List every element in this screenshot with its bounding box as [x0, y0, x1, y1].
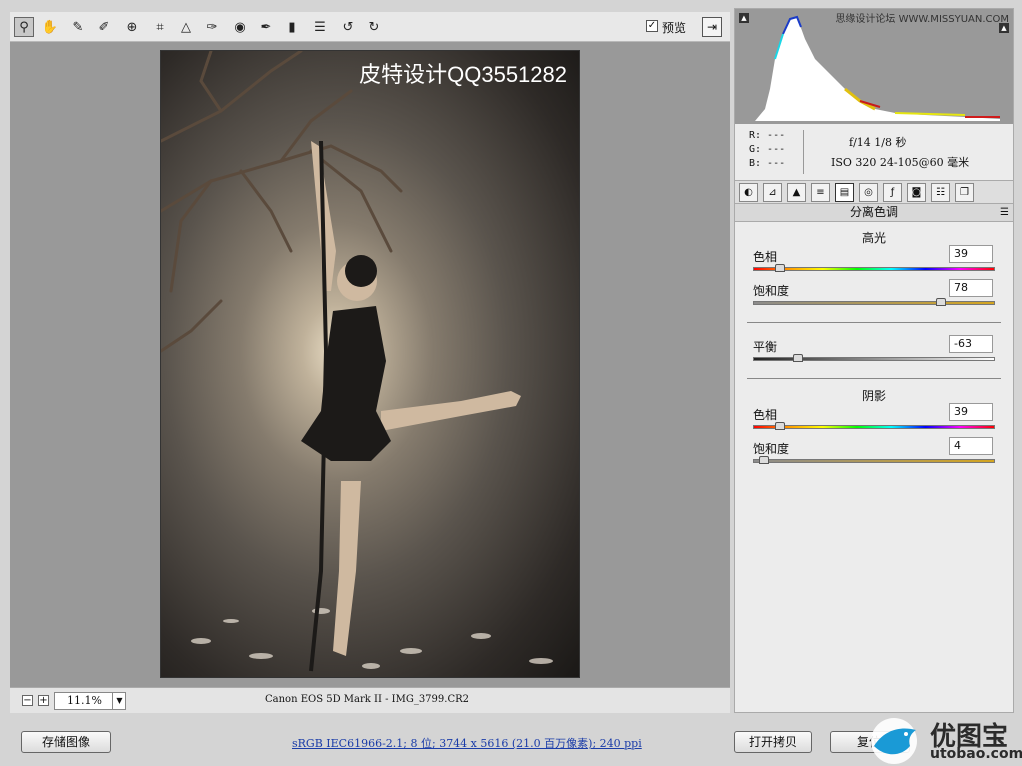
- balance-slider[interactable]: [753, 354, 995, 362]
- highlights-saturation-label: 饱和度: [753, 284, 790, 298]
- iso-lens-info: ISO 320 24-105@60 毫米: [831, 156, 970, 169]
- readout-g: G: ---: [749, 144, 786, 155]
- zoom-bar: − + 11.1% ▼ Canon EOS 5D Mark II - IMG_3…: [10, 687, 730, 713]
- crop-icon[interactable]: ⌗: [150, 17, 170, 37]
- exposure-info: f/14 1/8 秒: [849, 136, 907, 149]
- highlights-hue-label: 色相: [753, 250, 778, 264]
- panel-tabs: ◐ ⊿ ▲ ≡ ▤ ◎ ƒ ◙ ☷ ❐: [735, 180, 1013, 204]
- highlights-hue-input[interactable]: 39: [949, 245, 993, 263]
- hand-icon[interactable]: ✋: [40, 17, 60, 37]
- red-eye-icon[interactable]: ◉: [230, 17, 250, 37]
- color-sampler-icon[interactable]: ✐: [94, 17, 114, 37]
- straighten-icon[interactable]: △: [176, 17, 196, 37]
- save-image-button[interactable]: 存储图像: [21, 731, 111, 753]
- readout-r: R: ---: [749, 130, 786, 141]
- histogram-site-text: 思缘设计论坛 WWW.MISSYUAN.COM: [835, 14, 1009, 25]
- toolbar: ⚲ ✋ ✎ ✐ ⊕ ⌗ △ ✑ ◉ ✒ ▮ ☰ ↺ ↻ ✓ 预览 ⇥: [10, 12, 730, 42]
- readout-b: B: ---: [749, 158, 786, 169]
- tab-tone-curve-icon[interactable]: ⊿: [763, 183, 782, 202]
- shadows-title: 阴影: [861, 389, 886, 403]
- tab-split-toning-icon[interactable]: ▤: [835, 183, 854, 202]
- tab-camera-calibration-icon[interactable]: ◙: [907, 183, 926, 202]
- photo-preview: 皮特设计QQ3551282: [160, 50, 580, 678]
- readout-divider: [803, 130, 804, 174]
- graduated-filter-icon[interactable]: ▮: [282, 17, 302, 37]
- dancer-photo-illustration: [161, 51, 553, 672]
- shadows-saturation-slider[interactable]: [753, 456, 995, 464]
- open-copy-button[interactable]: 打开拷贝: [734, 731, 812, 753]
- shadows-hue-label: 色相: [753, 408, 778, 422]
- highlights-hue-thumb[interactable]: [774, 264, 785, 272]
- tab-effects-icon[interactable]: ƒ: [883, 183, 902, 202]
- histogram: ▲ ▲ 思缘设计论坛 WWW.MISSYUAN.COM: [735, 9, 1013, 124]
- highlights-saturation-thumb[interactable]: [936, 298, 947, 306]
- tab-presets-icon[interactable]: ☷: [931, 183, 950, 202]
- bottom-bar: 存储图像 sRGB IEC61966-2.1; 8 位; 3744 x 5616…: [0, 716, 1022, 766]
- balance-label: 平衡: [753, 340, 778, 354]
- shadows-saturation-label: 饱和度: [753, 442, 790, 456]
- chevron-down-icon[interactable]: ▼: [112, 693, 126, 709]
- white-balance-icon[interactable]: ✎: [68, 17, 88, 37]
- highlights-title: 高光: [861, 231, 886, 245]
- section-divider: [747, 378, 1001, 379]
- bird-logo-icon: [871, 718, 917, 764]
- histogram-graph: [755, 15, 1000, 121]
- tab-basic-icon[interactable]: ◐: [739, 183, 758, 202]
- preferences-icon[interactable]: ☰: [310, 17, 330, 37]
- tab-lens-icon[interactable]: ◎: [859, 183, 878, 202]
- watermark-text: 皮特设计QQ3551282: [359, 62, 567, 87]
- preview-checkbox[interactable]: ✓: [646, 20, 658, 32]
- tab-detail-icon[interactable]: ▲: [787, 183, 806, 202]
- balance-thumb[interactable]: [793, 354, 804, 362]
- highlights-hue-slider[interactable]: [753, 264, 995, 272]
- site-logo: 优图宝 utobao.com: [866, 716, 1022, 766]
- shadows-saturation-thumb[interactable]: [758, 456, 769, 464]
- camera-info: Canon EOS 5D Mark II - IMG_3799.CR2: [265, 694, 469, 705]
- zoom-icon[interactable]: ⚲: [14, 17, 34, 37]
- image-canvas[interactable]: 皮特设计QQ3551282: [10, 42, 730, 687]
- zoom-out-button[interactable]: −: [22, 695, 33, 706]
- panel-menu-icon[interactable]: ☰: [1000, 204, 1009, 221]
- shadows-hue-input[interactable]: 39: [949, 403, 993, 421]
- section-divider: [747, 322, 1001, 323]
- fullscreen-button[interactable]: ⇥: [702, 17, 722, 37]
- workflow-options-link[interactable]: sRGB IEC61966-2.1; 8 位; 3744 x 5616 (21.…: [292, 735, 642, 751]
- highlights-saturation-slider[interactable]: [753, 298, 995, 306]
- rotate-ccw-icon[interactable]: ↺: [338, 17, 358, 37]
- spot-removal-icon[interactable]: ✑: [202, 17, 222, 37]
- shadows-saturation-input[interactable]: 4: [949, 437, 993, 455]
- adjustment-brush-icon[interactable]: ✒: [256, 17, 276, 37]
- highlights-saturation-input[interactable]: 78: [949, 279, 993, 297]
- preview-label: 预览: [662, 21, 687, 35]
- zoom-in-button[interactable]: +: [38, 695, 49, 706]
- rotate-cw-icon[interactable]: ↻: [364, 17, 384, 37]
- shadows-hue-slider[interactable]: [753, 422, 995, 430]
- shadows-hue-thumb[interactable]: [774, 422, 785, 430]
- panel-title-text: 分离色调: [849, 205, 898, 219]
- adjustment-panel: ▲ ▲ 思缘设计论坛 WWW.MISSYUAN.COM R: --- G: --…: [734, 8, 1014, 713]
- balance-input[interactable]: -63: [949, 335, 993, 353]
- tab-snapshots-icon[interactable]: ❐: [955, 183, 974, 202]
- tab-hsl-icon[interactable]: ≡: [811, 183, 830, 202]
- target-adjust-icon[interactable]: ⊕: [122, 17, 142, 37]
- panel-title: 分离色调 ☰: [735, 204, 1013, 222]
- pixel-readout: R: --- G: --- B: --- f/14 1/8 秒 ISO 320 …: [735, 124, 1013, 180]
- logo-text-en: utobao.com: [930, 746, 1022, 762]
